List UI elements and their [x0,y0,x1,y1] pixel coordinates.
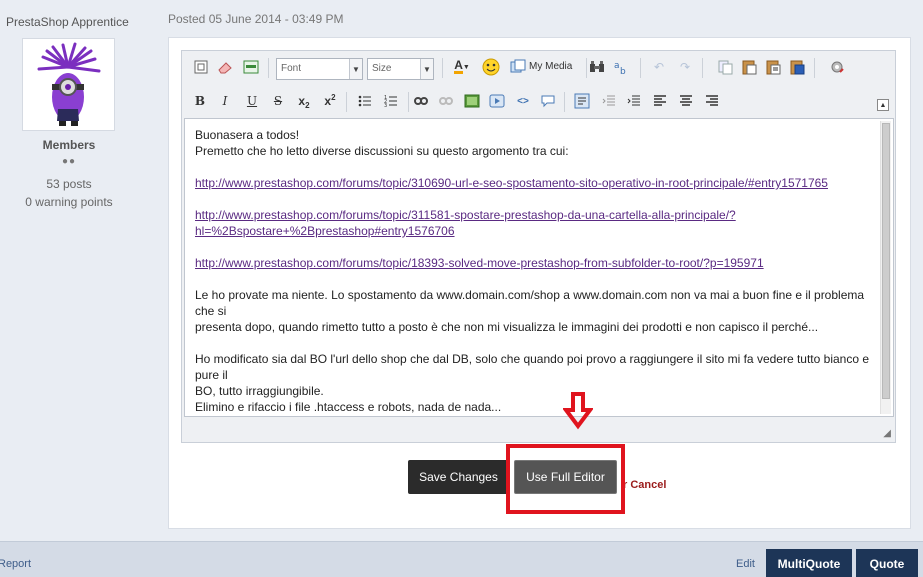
editor-scrollbar[interactable] [880,121,891,414]
link-icon[interactable] [412,92,430,110]
editor-line [195,239,871,255]
chevron-down-icon: ▼ [420,59,433,79]
quote-button[interactable]: Quote [856,549,918,577]
resize-handle-icon[interactable]: ◢ [883,428,891,439]
superscript-glyph: x [324,94,332,108]
editor-line: http://www.prestashop.com/forums/topic/3… [195,175,871,191]
svg-text:3: 3 [384,103,387,108]
image-icon[interactable] [463,92,481,110]
editor-toolbar-bottom: B I U S x2 x2 123 <> ▲ [182,85,895,117]
multiquote-button[interactable]: MultiQuote [766,549,852,577]
indent-icon[interactable] [625,92,643,110]
editor-line: BO, tutto irraggiungibile. [195,384,324,398]
undo-icon[interactable]: ↶ [650,58,668,76]
copy-icon[interactable] [716,58,734,76]
chevron-down-icon: ▼ [349,59,362,79]
editor-link[interactable]: http://www.prestashop.com/forums/topic/3… [195,208,736,222]
scrollbar-thumb[interactable] [882,123,890,399]
paste-icon[interactable] [740,58,758,76]
subscript-glyph: x [298,94,306,108]
editor-line [195,415,871,416]
eraser-icon[interactable] [216,58,234,76]
author-rank: PrestaShop Apprentice [6,15,129,29]
underline-button[interactable]: U [243,92,261,110]
svg-text:b: b [620,67,626,75]
spoiler-icon[interactable] [573,92,591,110]
avatar[interactable] [22,38,115,131]
report-link[interactable]: Report [0,558,31,570]
post-footer: Report Edit MultiQuote Quote [0,541,923,577]
editor-content[interactable]: Buonasera a todos! Premetto che ho letto … [184,118,894,417]
rich-text-editor: Font ▼ Size ▼ A ▼ My Media ab ↶ ↷ B I U … [181,50,896,443]
media-embed-icon[interactable] [488,92,506,110]
template-icon[interactable] [242,58,260,76]
subscript-button[interactable]: x2 [295,92,313,110]
italic-button[interactable]: I [216,92,234,110]
my-media-button[interactable]: My Media [529,61,572,72]
editor-line: Premetto che ho letto diverse discussion… [195,144,569,158]
superscript-index: 2 [331,92,336,102]
down-arrow-icon [563,392,593,430]
editor-line [195,271,871,287]
editor-line [195,191,871,207]
edit-link[interactable]: Edit [736,558,755,570]
outdent-icon[interactable] [600,92,618,110]
post-date: Posted 05 June 2014 - 03:49 PM [168,12,344,26]
align-center-icon[interactable] [677,92,695,110]
emoticon-icon[interactable] [482,58,500,76]
align-left-icon[interactable] [651,92,669,110]
author-group: Members [42,138,96,152]
editor-link[interactable]: hl=%2Bspostare+%2Bprestashop#entry157670… [195,224,455,238]
redo-icon[interactable]: ↷ [676,58,694,76]
editor-toolbar-top: Font ▼ Size ▼ A ▼ My Media ab ↶ ↷ [182,51,895,83]
paste-word-icon[interactable] [788,58,806,76]
text-color-glyph: A [454,58,463,74]
editor-link[interactable]: http://www.prestashop.com/forums/topic/3… [195,176,828,190]
editor-line: http://www.prestashop.com/forums/topic/1… [195,255,871,271]
numbered-list-icon[interactable]: 123 [382,92,400,110]
save-changes-button[interactable]: Save Changes [408,460,509,494]
cancel-link[interactable]: r Cancel [623,479,666,491]
font-select-value: Font [281,63,302,74]
code-icon[interactable]: <> [514,92,532,110]
editor-line [195,159,871,175]
editor-text[interactable]: Buonasera a todos! Premetto che ho letto … [195,127,871,416]
author-post-count: 53 posts [46,177,92,191]
strikethrough-button[interactable]: S [269,92,287,110]
svg-text:a: a [614,61,620,71]
source-icon[interactable] [192,58,210,76]
paste-text-icon[interactable] [764,58,782,76]
editor-line: Elimino e rifaccio i file .htaccess e ro… [195,400,502,414]
subscript-index: 2 [305,100,310,110]
editor-line [195,335,871,351]
highlight-box [506,444,625,514]
font-select[interactable]: Font ▼ [276,58,363,80]
media-icon[interactable] [509,58,527,76]
editor-line: http://www.prestashop.com/forums/topic/3… [195,207,871,223]
editor-line: hl=%2Bspostare+%2Bprestashop#entry157670… [195,223,871,239]
size-select-value: Size [372,63,392,74]
size-select[interactable]: Size ▼ [367,58,434,80]
collapse-toolbar-icon[interactable]: ▲ [877,99,889,111]
editor-line: Le ho provate ma niente. Lo spostamento … [195,288,865,318]
find-icon[interactable] [588,58,606,76]
editor-line: presenta dopo, quando rimetto tutto a po… [195,320,819,334]
author-panel: PrestaShop Apprentice Members ●● 53 post… [0,0,140,540]
editor-link[interactable]: http://www.prestashop.com/forums/topic/1… [195,256,764,270]
author-warning-points: 0 warning points [25,195,113,209]
minion-avatar-icon [23,39,114,130]
unlink-icon[interactable] [437,92,455,110]
align-right-icon[interactable] [703,92,721,110]
editor-line: Ho modificato sia dal BO l'url dello sho… [195,352,870,382]
bullet-list-icon[interactable] [356,92,374,110]
text-color-icon[interactable]: A ▼ [450,58,474,76]
replace-icon[interactable]: ab [612,58,630,76]
quote-icon[interactable] [539,92,557,110]
bold-button[interactable]: B [191,92,209,110]
settings-icon[interactable] [828,58,846,76]
editor-line: Buonasera a todos! [195,128,300,142]
rank-pips: ●● [61,156,77,167]
superscript-button[interactable]: x2 [321,92,339,110]
